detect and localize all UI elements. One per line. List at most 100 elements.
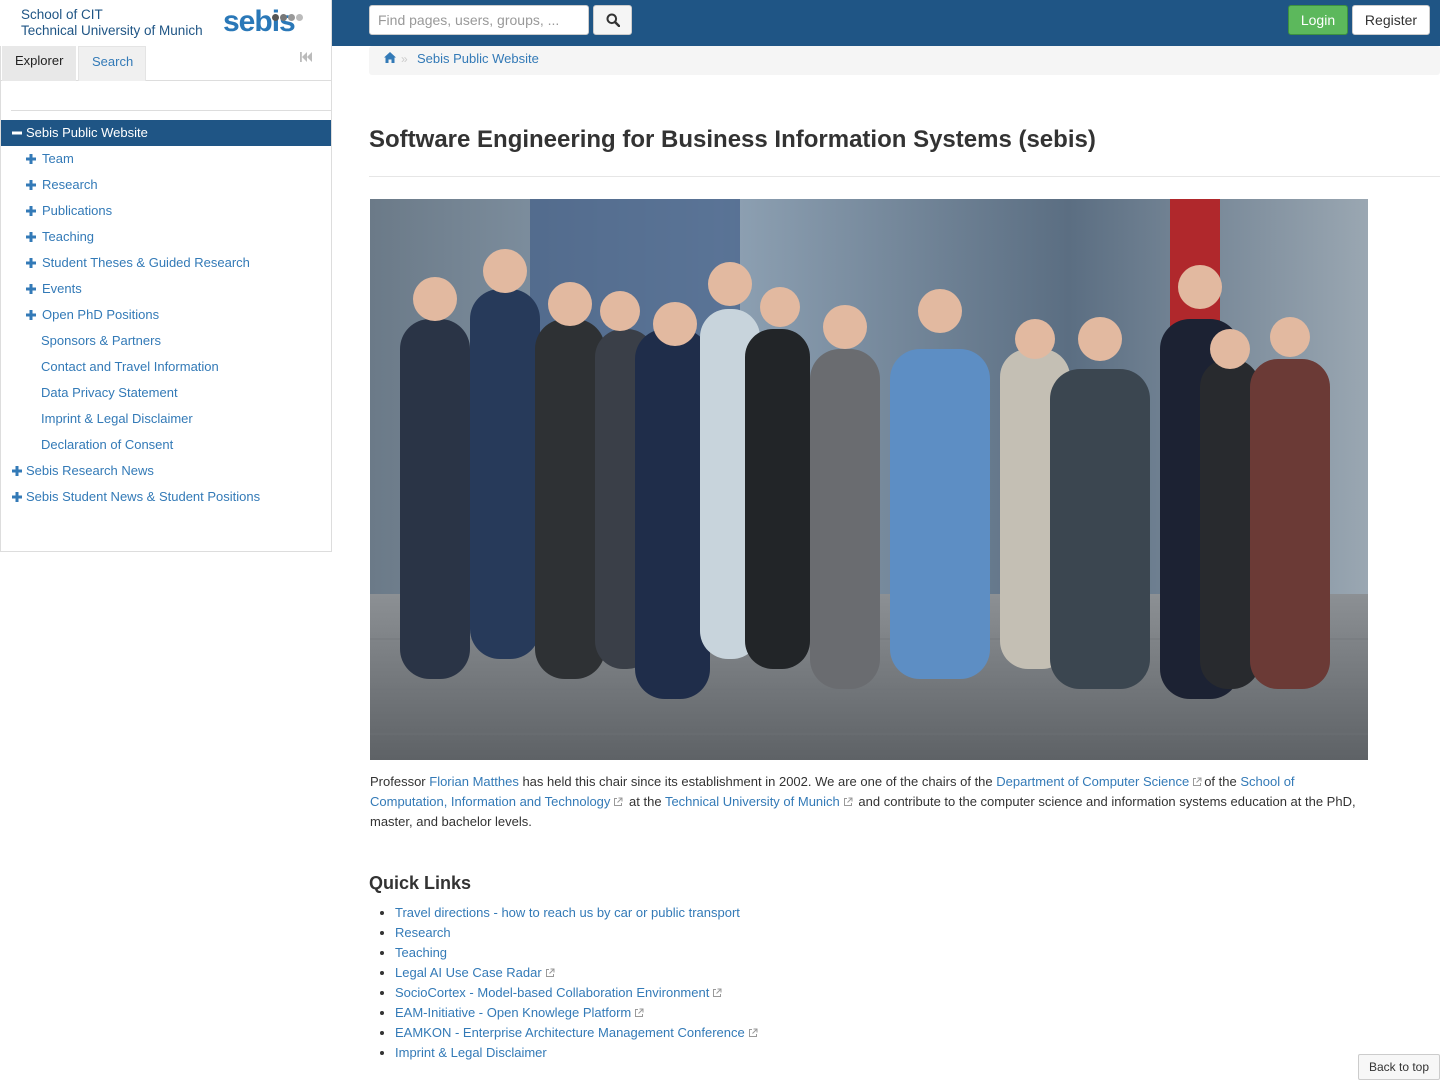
external-link-icon	[843, 797, 853, 806]
external-link-icon	[713, 988, 722, 997]
link-florian-matthes[interactable]: Florian Matthes	[429, 774, 519, 789]
tree-item-teaching[interactable]: Teaching	[1, 224, 331, 250]
collapse-sidebar-icon[interactable]	[299, 51, 313, 63]
search-icon	[606, 13, 620, 27]
intro-paragraph: Professor Florian Matthes has held this …	[370, 772, 1370, 832]
external-link-icon	[614, 797, 623, 806]
tree-item-label: Teaching	[42, 229, 95, 244]
quick-link-sociocortex[interactable]: SocioCortex - Model-based Collaboration …	[395, 985, 709, 1000]
tab-search[interactable]: Search	[78, 46, 146, 81]
tree-item-data-privacy[interactable]: Data Privacy Statement	[1, 380, 331, 406]
tree-item-label: Student Theses & Guided Research	[42, 255, 250, 270]
quick-link-teaching[interactable]: Teaching	[395, 945, 447, 960]
link-department-computer-science[interactable]: Department of Computer Science	[996, 774, 1189, 789]
link-tum[interactable]: Technical University of Munich	[665, 794, 840, 809]
plus-icon[interactable]	[26, 310, 36, 320]
quick-link-research[interactable]: Research	[395, 925, 451, 940]
logo[interactable]: School of CIT Technical University of Mu…	[0, 0, 332, 46]
sidebar: Explorer Search Sebis Public Website Tea…	[0, 46, 332, 552]
quick-links-heading: Quick Links	[369, 873, 472, 893]
plus-icon[interactable]	[12, 492, 22, 502]
search-button[interactable]	[593, 5, 632, 35]
page-title: Software Engineering for Business Inform…	[369, 126, 1096, 153]
minus-icon[interactable]	[12, 128, 22, 138]
tree-item-label: Data Privacy Statement	[41, 385, 178, 400]
plus-icon[interactable]	[12, 466, 22, 476]
tree-item-label: Sebis Student News & Student Positions	[26, 489, 261, 504]
tree-item-contact[interactable]: Contact and Travel Information	[1, 354, 331, 380]
search-input[interactable]	[369, 5, 589, 35]
list-item: EAM-Initiative - Open Knowlege Platform	[395, 1003, 760, 1023]
external-link-icon	[748, 1028, 758, 1037]
tree-item-label: Imprint & Legal Disclaimer	[41, 411, 193, 426]
tree-item-label: Sponsors & Partners	[41, 333, 161, 348]
intro-text: has held this chair since its establishm…	[518, 774, 997, 789]
tree-item-root[interactable]: Sebis Public Website	[1, 120, 331, 146]
tree-item-imprint[interactable]: Imprint & Legal Disclaimer	[1, 406, 331, 432]
home-icon[interactable]	[384, 52, 396, 63]
tree-item-team[interactable]: Team	[1, 146, 331, 172]
quick-links-list: Travel directions - how to reach us by c…	[369, 903, 760, 1063]
tree-item-label: Declaration of Consent	[41, 437, 174, 452]
register-button[interactable]: Register	[1352, 5, 1430, 35]
quick-link-eamkon[interactable]: EAMKON - Enterprise Architecture Managem…	[395, 1025, 745, 1040]
top-navbar: School of CIT Technical University of Mu…	[0, 0, 1440, 46]
intro-text: at the	[625, 794, 665, 809]
list-item: EAMKON - Enterprise Architecture Managem…	[395, 1023, 760, 1043]
tree-item-label: Team	[42, 151, 74, 166]
intro-text: of the	[1204, 774, 1241, 789]
tree-item-research[interactable]: Research	[1, 172, 331, 198]
plus-icon[interactable]	[26, 258, 36, 268]
tree-filter-divider	[11, 110, 331, 111]
logo-dots-icon	[272, 9, 312, 21]
tree-item-label: Sebis Public Website	[26, 125, 148, 140]
list-item: Legal AI Use Case Radar	[395, 963, 760, 983]
breadcrumb: » Sebis Public Website	[369, 46, 1440, 75]
back-to-top-button[interactable]: Back to top	[1358, 1054, 1440, 1080]
title-divider	[369, 176, 1440, 177]
logo-text: School of CIT Technical University of Mu…	[21, 7, 203, 39]
tree-item-sponsors[interactable]: Sponsors & Partners	[1, 328, 331, 354]
list-item: Imprint & Legal Disclaimer	[395, 1043, 760, 1063]
logo-line-school: School of CIT	[21, 7, 103, 22]
tree-item-label: Sebis Research News	[26, 463, 154, 478]
login-button[interactable]: Login	[1288, 5, 1348, 35]
tree-item-label: Events	[42, 281, 82, 296]
breadcrumb-current[interactable]: Sebis Public Website	[417, 51, 539, 66]
logo-line-university: Technical University of Munich	[21, 23, 203, 38]
quick-link-travel[interactable]: Travel directions - how to reach us by c…	[395, 905, 740, 920]
tree-item-open-phd-positions[interactable]: Open PhD Positions	[1, 302, 331, 328]
tree-item-label: Contact and Travel Information	[41, 359, 219, 374]
explorer-tree: Sebis Public Website Team Research Publi…	[1, 120, 331, 510]
sidebar-tabs: Explorer Search	[1, 46, 331, 81]
breadcrumb-separator: »	[401, 52, 408, 66]
tab-explorer[interactable]: Explorer	[2, 46, 76, 81]
list-item: SocioCortex - Model-based Collaboration …	[395, 983, 760, 1003]
tree-item-student-news[interactable]: Sebis Student News & Student Positions	[1, 484, 331, 510]
tree-item-student-theses[interactable]: Student Theses & Guided Research	[1, 250, 331, 276]
quick-link-legal-ai[interactable]: Legal AI Use Case Radar	[395, 965, 542, 980]
list-item: Travel directions - how to reach us by c…	[395, 903, 760, 923]
tree-item-consent[interactable]: Declaration of Consent	[1, 432, 331, 458]
plus-icon[interactable]	[26, 154, 36, 164]
external-link-icon	[545, 968, 555, 977]
quick-link-imprint[interactable]: Imprint & Legal Disclaimer	[395, 1045, 547, 1060]
tree-item-label: Publications	[42, 203, 113, 218]
tree-item-label: Open PhD Positions	[42, 307, 160, 322]
team-photo	[370, 199, 1368, 760]
plus-icon[interactable]	[26, 284, 36, 294]
tree-item-events[interactable]: Events	[1, 276, 331, 302]
external-link-icon	[1193, 777, 1202, 786]
tree-item-label: Research	[42, 177, 98, 192]
quick-link-eam-initiative[interactable]: EAM-Initiative - Open Knowlege Platform	[395, 1005, 631, 1020]
tree-item-research-news[interactable]: Sebis Research News	[1, 458, 331, 484]
plus-icon[interactable]	[26, 180, 36, 190]
plus-icon[interactable]	[26, 206, 36, 216]
intro-text: Professor	[370, 774, 430, 789]
plus-icon[interactable]	[26, 232, 36, 242]
tree-item-publications[interactable]: Publications	[1, 198, 331, 224]
list-item: Research	[395, 923, 760, 943]
external-link-icon	[635, 1008, 644, 1017]
list-item: Teaching	[395, 943, 760, 963]
team-photo-illustration	[370, 199, 1368, 760]
